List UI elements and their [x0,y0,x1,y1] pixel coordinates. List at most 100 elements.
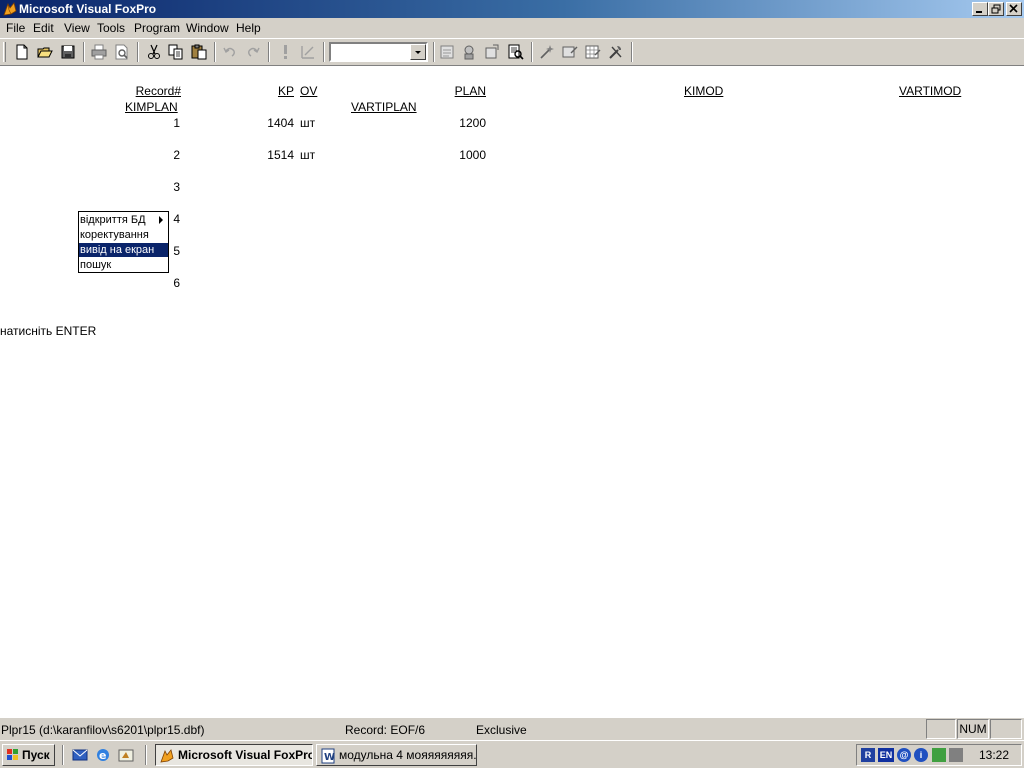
minimize-button[interactable] [972,2,988,16]
toolbar-separator [214,42,216,62]
status-num: NUM [957,719,989,739]
quicklaunch-ie-icon[interactable]: e [95,747,111,763]
row-6-record: 6 [173,276,180,290]
database-combo[interactable] [329,42,428,62]
foxpro-fox-icon [3,2,17,16]
toolbar-grip[interactable] [3,42,6,62]
language-indicator[interactable]: EN [878,748,894,762]
popup-item-label: пошук [80,259,112,271]
wizard-icon[interactable] [538,43,556,61]
modify-form-icon[interactable] [299,43,317,61]
popup-item-label: коректування [80,229,149,241]
row-1-plan: 1200 [459,116,486,130]
run-exclamation-icon[interactable] [276,43,294,61]
restore-button[interactable] [988,2,1004,16]
row-3-record: 3 [173,180,180,194]
clock[interactable]: 13:22 [979,748,1009,762]
toolbar-separator [323,42,325,62]
menu-program[interactable]: Program [134,21,180,35]
popup-menu: відкриття БД коректування вивід на екран… [78,211,169,273]
toolbar-separator [83,42,85,62]
header-vartimod: VARTIMOD [899,84,962,98]
printer-icon[interactable] [949,748,963,762]
submenu-arrow-icon [159,216,163,224]
save-icon[interactable] [59,43,77,61]
window-title: Microsoft Visual FoxPro [19,2,157,16]
menu-file[interactable]: File [6,21,25,35]
toolbar-separator [531,42,533,62]
header-plan: PLAN [454,84,486,98]
redo-icon[interactable] [244,43,262,61]
start-button[interactable]: Пуск [2,744,55,766]
row-1-kp: 1404 [267,116,294,130]
task-word-document[interactable]: W модульна 4 мояяяяяяяя... [316,744,477,766]
menu-window[interactable]: Window [186,21,229,35]
open-folder-icon[interactable] [36,43,54,61]
minimize-icon [976,11,982,13]
quicklaunch-outlook-icon[interactable] [72,747,88,763]
start-label: Пуск [22,748,50,762]
title-bar: Microsoft Visual FoxPro [0,0,1024,18]
view-window-icon[interactable] [460,43,478,61]
new-file-icon[interactable] [13,43,31,61]
menu-help[interactable]: Help [236,21,261,35]
popup-item-search[interactable]: пошук [79,258,168,272]
taskbar: Пуск e Microsoft Visual FoxPro W модульн… [0,740,1024,768]
row-1-record: 1 [173,116,180,130]
copy-icon[interactable] [167,43,185,61]
row-1-ov: шт [300,116,316,130]
print-preview-icon[interactable] [113,43,131,61]
task-label: Microsoft Visual FoxPro [178,748,313,762]
header-kimplan: KIMPLAN [125,100,178,114]
status-panel-empty [990,719,1022,739]
table-wizard-icon[interactable] [584,43,602,61]
tray-app-icon[interactable]: @ [897,748,911,762]
undo-icon[interactable] [221,43,239,61]
taskbar-separator [145,745,147,765]
quicklaunch-desktop-icon[interactable] [118,747,134,763]
command-window-icon[interactable] [438,43,456,61]
popup-item-display[interactable]: вивід на екран [79,243,168,257]
print-icon[interactable] [90,43,108,61]
popup-item-open-db[interactable]: відкриття БД [79,213,168,227]
word-document-icon: W [321,748,335,764]
row-2-ov: шт [300,148,316,162]
restore-icon [991,4,1001,14]
status-mode: Exclusive [476,723,527,737]
report-preview-icon[interactable] [507,43,525,61]
header-kimod: KIMOD [684,84,724,98]
header-kp: KP [277,84,294,98]
cut-icon[interactable] [145,43,163,61]
popup-item-edit[interactable]: коректування [79,228,168,242]
toolbar-separator [268,42,270,62]
paste-icon[interactable] [190,43,208,61]
row-2-record: 2 [173,148,180,162]
toolbar-separator [137,42,139,62]
header-vartiplan: VARTIPLAN [351,100,417,114]
prompt-text: натисніть ENTER [0,324,97,338]
menu-edit[interactable]: Edit [33,21,54,35]
status-file: Plpr15 (d:\karanfilov\s6201\plpr15.dbf) [1,723,205,737]
keyboard-layout-icon[interactable]: R [861,748,875,762]
standard-toolbar [0,38,1024,66]
menu-view[interactable]: View [64,21,90,35]
close-icon [1009,4,1018,13]
combo-dropdown-arrow[interactable] [410,44,426,60]
data-session-icon[interactable] [483,43,501,61]
menu-tools[interactable]: Tools [97,21,125,35]
header-ov: OV [300,84,318,98]
system-tray: R EN @ i 13:22 [856,744,1022,766]
task-visual-foxpro[interactable]: Microsoft Visual FoxPro [155,744,313,766]
form-wizard-icon[interactable] [561,43,579,61]
info-icon[interactable]: i [914,748,928,762]
windows-logo-icon [7,749,18,760]
menu-bar: File Edit View Tools Program Window Help [0,18,1024,38]
close-button[interactable] [1006,2,1022,16]
network-icon[interactable] [932,748,946,762]
toolbar-separator [631,42,633,62]
status-bar: Plpr15 (d:\karanfilov\s6201\plpr15.dbf) … [0,717,1024,740]
foxpro-fox-icon [160,749,174,763]
row-2-plan: 1000 [459,148,486,162]
toolbox-tools-icon[interactable] [607,43,625,61]
row-2-kp: 1514 [267,148,294,162]
